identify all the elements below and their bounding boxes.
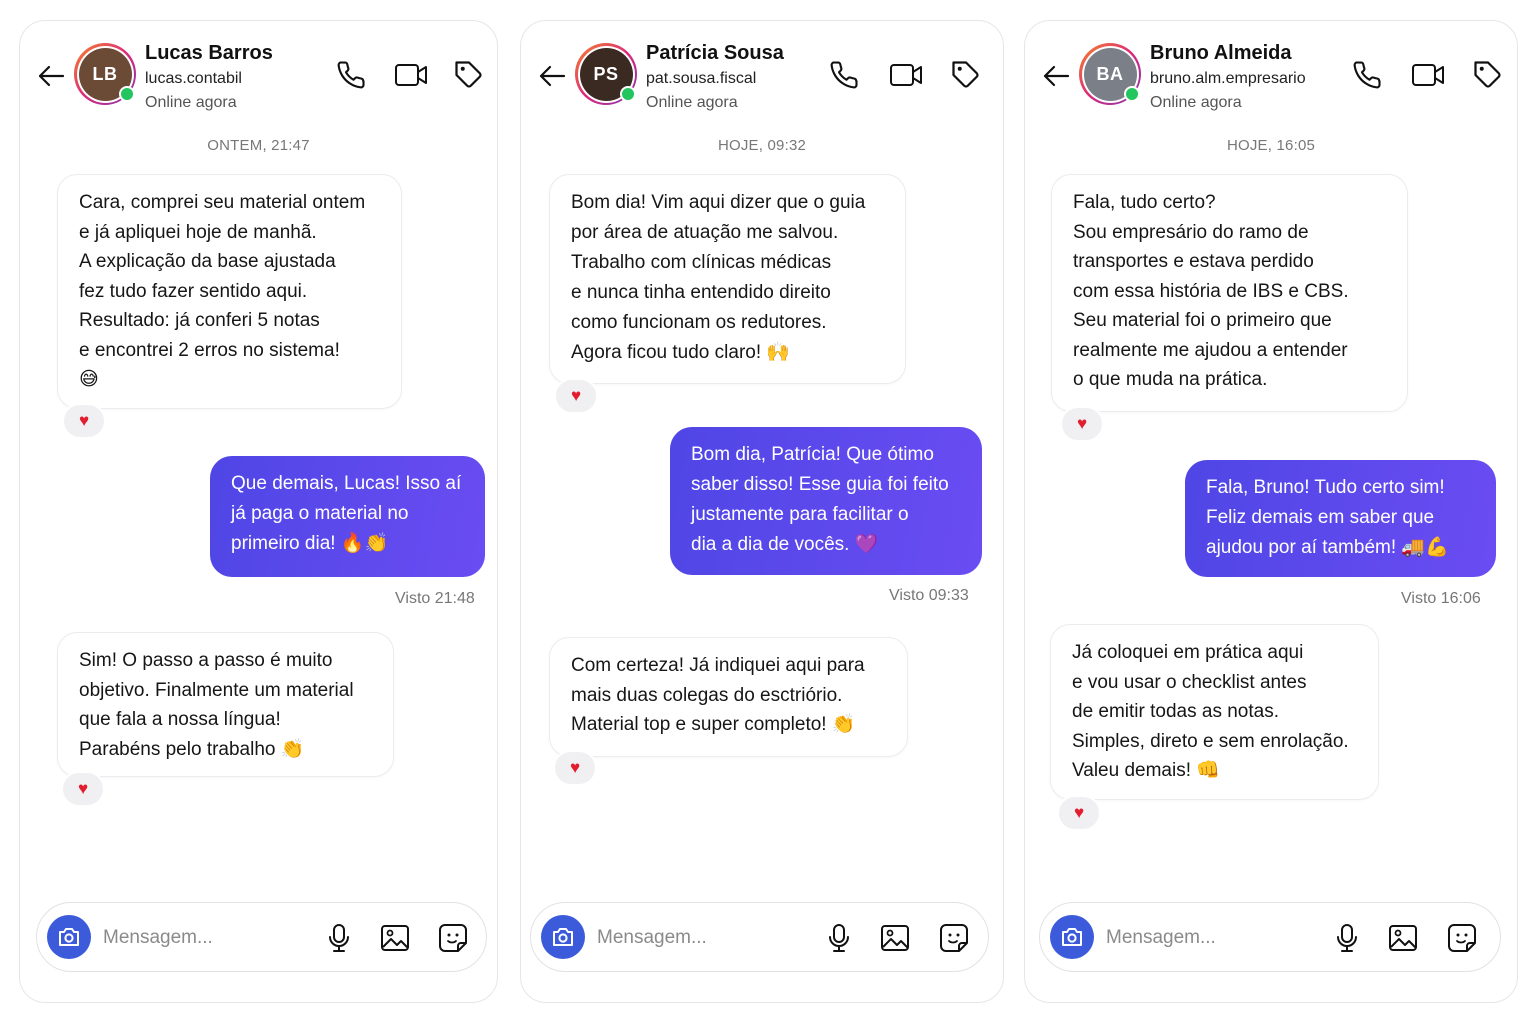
sticker-icon[interactable] [936,920,972,956]
video-icon[interactable] [888,57,924,93]
message-incoming[interactable]: Já coloquei em prática aqui e vou usar o… [1050,624,1379,800]
date-separator: ONTEM, 21:47 [207,137,310,154]
chat-panel-patricia: PS Patrícia Sousa pat.sousa.fiscal Onlin… [520,20,1004,1003]
message-outgoing[interactable]: Que demais, Lucas! Isso aí já paga o mat… [210,456,485,577]
message-outgoing[interactable]: Fala, Bruno! Tudo certo sim! Feliz demai… [1185,460,1496,577]
back-arrow-icon[interactable] [537,61,567,91]
seen-status: Visto 21:48 [395,590,475,607]
heart-icon[interactable]: ♥ [1060,406,1104,442]
online-indicator [1124,86,1140,102]
tag-icon[interactable] [1470,57,1506,93]
contact-status: Online agora [145,94,237,111]
message-incoming[interactable]: Fala, tudo certo? Sou empresário do ramo… [1051,174,1408,412]
date-separator: HOJE, 16:05 [1226,137,1316,154]
message-composer [36,902,487,972]
seen-status: Visto 09:33 [889,587,969,604]
microphone-icon[interactable] [1329,920,1365,956]
contact-status: Online agora [646,94,738,111]
microphone-icon[interactable] [321,920,357,956]
tag-icon[interactable] [948,57,984,93]
chat-panel-lucas: LB Lucas Barros lucas.contabil Online ag… [19,20,498,1003]
camera-icon[interactable] [541,915,585,959]
phone-icon[interactable] [826,57,862,93]
avatar[interactable]: BA [1079,43,1141,105]
image-icon[interactable] [377,920,413,956]
message-incoming[interactable]: Com certeza! Já indiquei aqui para mais … [549,637,908,757]
heart-icon[interactable]: ♥ [554,378,598,414]
image-icon[interactable] [877,920,913,956]
chat-header: PS Patrícia Sousa pat.sousa.fiscal Onlin… [521,21,1003,131]
contact-name[interactable]: Bruno Almeida [1150,42,1292,65]
heart-icon[interactable]: ♥ [62,403,106,439]
sticker-icon[interactable] [1444,920,1480,956]
chat-panel-bruno: BA Bruno Almeida bruno.alm.empresario On… [1024,20,1518,1003]
avatar[interactable]: PS [575,43,637,105]
sticker-icon[interactable] [435,920,471,956]
back-arrow-icon[interactable] [1041,61,1071,91]
contact-name[interactable]: Lucas Barros [145,42,273,65]
online-indicator [620,86,636,102]
message-composer [530,902,989,972]
message-composer [1039,902,1501,972]
tag-icon[interactable] [451,57,487,93]
chat-header: BA Bruno Almeida bruno.alm.empresario On… [1025,21,1517,131]
video-icon[interactable] [393,57,429,93]
message-input[interactable] [103,921,293,955]
online-indicator [119,86,135,102]
video-icon[interactable] [1410,57,1446,93]
contact-name[interactable]: Patrícia Sousa [646,42,784,65]
heart-icon[interactable]: ♥ [553,750,597,786]
date-separator: HOJE, 09:32 [717,137,807,154]
message-incoming[interactable]: Cara, comprei seu material ontem e já ap… [57,174,402,409]
message-incoming[interactable]: Bom dia! Vim aqui dizer que o guia por á… [549,174,906,384]
heart-icon[interactable]: ♥ [61,771,105,807]
avatar[interactable]: LB [74,43,136,105]
contact-username: bruno.alm.empresario [1150,70,1306,87]
message-input[interactable] [597,921,787,955]
seen-status: Visto 16:06 [1401,590,1481,607]
heart-icon[interactable]: ♥ [1057,795,1101,831]
message-input[interactable] [1106,921,1296,955]
back-arrow-icon[interactable] [36,61,66,91]
phone-icon[interactable] [333,57,369,93]
chat-header: LB Lucas Barros lucas.contabil Online ag… [20,21,497,131]
camera-icon[interactable] [1050,915,1094,959]
phone-icon[interactable] [1349,57,1385,93]
microphone-icon[interactable] [821,920,857,956]
message-outgoing[interactable]: Bom dia, Patrícia! Que ótimo saber disso… [670,427,982,575]
image-icon[interactable] [1385,920,1421,956]
contact-username: lucas.contabil [145,70,242,87]
contact-username: pat.sousa.fiscal [646,70,757,87]
camera-icon[interactable] [47,915,91,959]
contact-status: Online agora [1150,94,1242,111]
message-incoming[interactable]: Sim! O passo a passo é muito objetivo. F… [57,632,394,777]
